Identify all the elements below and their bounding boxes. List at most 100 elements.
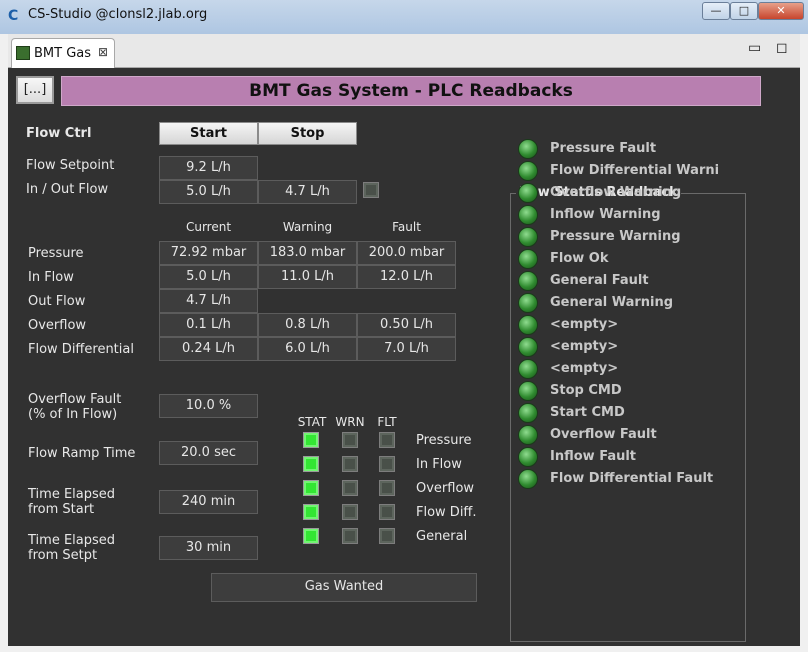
in-out-flow-led bbox=[363, 182, 379, 198]
stop-button[interactable]: Stop bbox=[258, 122, 357, 145]
time-elapsed-start-value: 240 min bbox=[159, 490, 258, 514]
close-button[interactable]: ✕ bbox=[758, 2, 804, 20]
status-led-flt bbox=[379, 504, 395, 520]
status-led-wrn bbox=[342, 528, 358, 544]
in-out-flow-label: In / Out Flow bbox=[26, 182, 109, 197]
raw-status-led bbox=[518, 227, 538, 247]
window-title: CS-Studio @clonsl2.jlab.org bbox=[28, 7, 208, 22]
time-elapsed-setpt-sublabel: from Setpt bbox=[28, 548, 98, 563]
raw-status-label: Overflow Warning bbox=[550, 185, 682, 200]
raw-status-led bbox=[518, 381, 538, 401]
status-led-wrn bbox=[342, 480, 358, 496]
overflow-fault-label: Overflow Fault bbox=[28, 392, 122, 407]
status-header-wrn: WRN bbox=[335, 415, 365, 429]
flow-setpoint-label: Flow Setpoint bbox=[26, 158, 115, 173]
overflow-fault: 0.50 L/h bbox=[357, 313, 456, 337]
overflow-fault-sublabel: (% of In Flow) bbox=[28, 407, 118, 422]
raw-status-led bbox=[518, 403, 538, 423]
time-elapsed-start-label: Time Elapsed bbox=[28, 487, 116, 502]
raw-status-led bbox=[518, 161, 538, 181]
panel-minimize-icon[interactable]: ▭ bbox=[748, 40, 761, 56]
raw-status-led bbox=[518, 315, 538, 335]
raw-status-led bbox=[518, 359, 538, 379]
flow-ramp-time-value: 20.0 sec bbox=[159, 441, 258, 465]
out-flow-value: 4.7 L/h bbox=[258, 180, 357, 204]
time-elapsed-setpt-label: Time Elapsed bbox=[28, 533, 116, 548]
raw-status-label: General Fault bbox=[550, 273, 649, 288]
raw-status-led bbox=[518, 425, 538, 445]
start-button[interactable]: Start bbox=[159, 122, 258, 145]
raw-status-led bbox=[518, 271, 538, 291]
status-row-label: General bbox=[416, 529, 468, 544]
row-label-pressure: Pressure bbox=[28, 246, 84, 261]
raw-status-label: Pressure Fault bbox=[550, 141, 657, 156]
flow-differential-warning: 6.0 L/h bbox=[258, 337, 357, 361]
out-flow-current: 4.7 L/h bbox=[159, 289, 258, 313]
raw-status-led bbox=[518, 139, 538, 159]
status-led-flt bbox=[379, 528, 395, 544]
raw-status-label: <empty> bbox=[550, 317, 619, 332]
raw-status-label: Start CMD bbox=[550, 405, 625, 420]
row-label-in-flow: In Flow bbox=[28, 270, 74, 285]
raw-status-label: Flow Ok bbox=[550, 251, 609, 266]
row-label-overflow: Overflow bbox=[28, 318, 87, 333]
tab-bmt-gas[interactable]: BMT Gas ⊠ bbox=[11, 38, 115, 69]
flow-ctrl-label: Flow Ctrl bbox=[26, 126, 92, 141]
overflow-fault-value: 10.0 % bbox=[159, 394, 258, 418]
overflow-warning: 0.8 L/h bbox=[258, 313, 357, 337]
maximize-button[interactable]: □ bbox=[730, 2, 758, 20]
status-header-flt: FLT bbox=[377, 415, 397, 429]
column-header-warning: Warning bbox=[282, 220, 333, 234]
display-content: [...] BMT Gas System - PLC Readbacks Flo… bbox=[8, 68, 800, 646]
raw-status-label: <empty> bbox=[550, 361, 619, 376]
status-row-label: Pressure bbox=[416, 433, 472, 448]
raw-status-label: Flow Differential Fault bbox=[550, 471, 714, 486]
status-row-label: Overflow bbox=[416, 481, 475, 496]
raw-status-label: Inflow Warning bbox=[550, 207, 661, 222]
status-led-flt bbox=[379, 432, 395, 448]
flow-differential-fault: 7.0 L/h bbox=[357, 337, 456, 361]
gas-wanted-indicator: Gas Wanted bbox=[211, 573, 477, 602]
status-led-stat bbox=[303, 528, 319, 544]
flow-setpoint-value: 9.2 L/h bbox=[159, 156, 258, 180]
overflow-current: 0.1 L/h bbox=[159, 313, 258, 337]
in-flow-current: 5.0 L/h bbox=[159, 265, 258, 289]
status-led-flt bbox=[379, 456, 395, 472]
status-row-label: In Flow bbox=[416, 457, 462, 472]
raw-status-label: Inflow Fault bbox=[550, 449, 637, 464]
raw-status-led bbox=[518, 205, 538, 225]
raw-status-led bbox=[518, 293, 538, 313]
raw-status-led bbox=[518, 249, 538, 269]
pressure-fault: 200.0 mbar bbox=[357, 241, 456, 265]
window-titlebar: C CS-Studio @clonsl2.jlab.org — □ ✕ bbox=[0, 0, 808, 34]
status-led-wrn bbox=[342, 504, 358, 520]
status-led-stat bbox=[303, 480, 319, 496]
pressure-warning: 183.0 mbar bbox=[258, 241, 357, 265]
raw-status-led bbox=[518, 337, 538, 357]
in-flow-warning: 11.0 L/h bbox=[258, 265, 357, 289]
raw-status-label: <empty> bbox=[550, 339, 619, 354]
raw-status-label: Stop CMD bbox=[550, 383, 622, 398]
minimize-button[interactable]: — bbox=[702, 2, 730, 20]
row-label-flow-differential: Flow Differential bbox=[28, 342, 134, 357]
status-header-stat: STAT bbox=[297, 415, 327, 429]
raw-status-led bbox=[518, 183, 538, 203]
status-led-wrn bbox=[342, 456, 358, 472]
time-elapsed-setpt-value: 30 min bbox=[159, 536, 258, 560]
editor-tabbar: BMT Gas ⊠ ▭ ◻ bbox=[8, 34, 800, 69]
in-flow-value: 5.0 L/h bbox=[159, 180, 258, 204]
panel-maximize-icon[interactable]: ◻ bbox=[776, 40, 788, 56]
column-header-current: Current bbox=[185, 220, 232, 234]
tab-close-icon[interactable]: ⊠ bbox=[98, 45, 108, 59]
raw-status-label: General Warning bbox=[550, 295, 674, 310]
flow-differential-current: 0.24 L/h bbox=[159, 337, 258, 361]
flow-ramp-time-label: Flow Ramp Time bbox=[28, 446, 136, 461]
status-row-label: Flow Diff. bbox=[416, 505, 477, 520]
status-led-stat bbox=[303, 456, 319, 472]
raw-status-label: Pressure Warning bbox=[550, 229, 681, 244]
status-led-flt bbox=[379, 480, 395, 496]
status-led-wrn bbox=[342, 432, 358, 448]
status-led-stat bbox=[303, 432, 319, 448]
raw-status-label: Flow Differential Warning bbox=[550, 163, 720, 178]
menu-button[interactable]: [...] bbox=[16, 76, 54, 104]
